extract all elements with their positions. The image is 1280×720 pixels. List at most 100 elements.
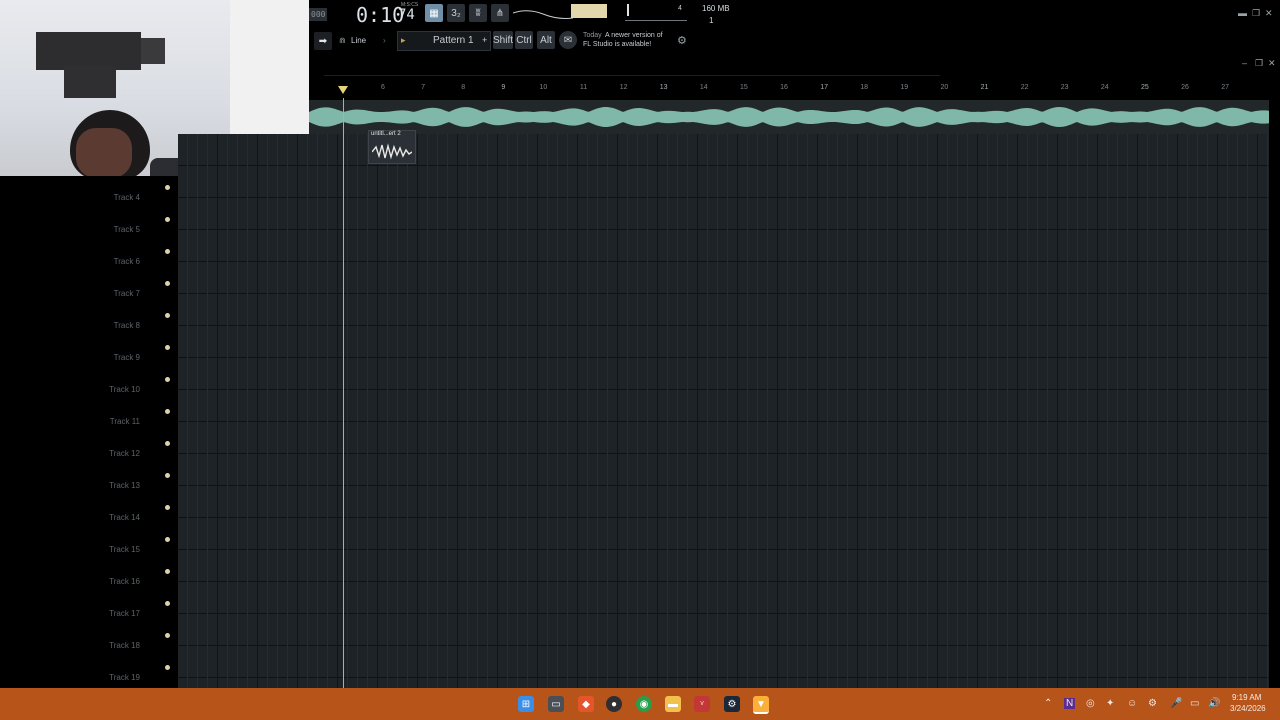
onenote-icon[interactable]: N <box>1064 698 1076 709</box>
track-mute-led[interactable] <box>165 601 170 606</box>
volume-icon[interactable]: 🔊 <box>1208 698 1220 709</box>
track-header[interactable]: Track 6 <box>0 240 178 272</box>
time-unit-label: M:S:CS <box>401 2 419 8</box>
track-mute-led[interactable] <box>165 377 170 382</box>
audio-clip-label: untitl...ert 2 <box>371 131 401 137</box>
alt-button[interactable]: Alt <box>537 31 555 49</box>
folder-icon[interactable]: ▬ <box>665 696 681 712</box>
playhead-marker[interactable] <box>338 86 348 94</box>
track-name: Track 14 <box>109 513 140 522</box>
ruler-bar-number: 15 <box>739 84 748 91</box>
track-mute-led[interactable] <box>165 665 170 670</box>
track-header[interactable]: Track 12 <box>0 432 178 464</box>
playlist-close-icon[interactable]: ✕ <box>1268 58 1276 69</box>
news-line-2[interactable]: FL Studio is available! <box>583 41 651 48</box>
track-header[interactable]: Track 4 <box>0 176 178 208</box>
track-header[interactable]: Track 18 <box>0 624 178 656</box>
playlist-minimize-icon[interactable]: ‒ <box>1242 58 1247 68</box>
track-header[interactable]: Track 16 <box>0 560 178 592</box>
online-status-icon[interactable]: ⚙ <box>677 34 687 47</box>
track-mute-led[interactable] <box>165 249 170 254</box>
track-header[interactable]: Track 5 <box>0 208 178 240</box>
track-header[interactable]: Track 11 <box>0 400 178 432</box>
track-header[interactable]: Track 10 <box>0 368 178 400</box>
track-mute-led[interactable] <box>165 185 170 190</box>
obs-tray-icon[interactable]: ◎ <box>1086 698 1095 709</box>
tray-settings-icon[interactable]: ⚙ <box>1148 698 1157 709</box>
track-header[interactable]: Track 14 <box>0 496 178 528</box>
chevron-right-icon[interactable]: › <box>383 36 386 45</box>
playlist-grid[interactable] <box>178 134 1269 688</box>
voicemeeter-icon[interactable]: V <box>694 696 710 712</box>
arrow-icon[interactable]: ➡ <box>314 32 332 50</box>
ruler-bar-number: 12 <box>619 84 628 91</box>
track-header[interactable]: Track 17 <box>0 592 178 624</box>
track-mute-led[interactable] <box>165 441 170 446</box>
pattern-selector[interactable]: ▸ Pattern 1 + <box>397 31 491 51</box>
shift-button[interactable]: Shift <box>493 31 513 49</box>
close-icon[interactable]: ✕ <box>1265 8 1273 19</box>
track-mute-led[interactable] <box>165 537 170 542</box>
track-header[interactable]: Track 8 <box>0 304 178 336</box>
track-header[interactable]: Track 9 <box>0 336 178 368</box>
news-date: Today <box>583 32 602 39</box>
snap-toggle-button[interactable]: 3₂ <box>447 4 465 22</box>
news-icon[interactable]: ✉ <box>559 31 577 49</box>
restore-icon[interactable]: ❐ <box>1252 8 1260 19</box>
song-time[interactable]: 0:10 <box>356 3 404 27</box>
discord-icon[interactable]: ☺ <box>1127 698 1137 709</box>
audio-clip[interactable]: untitl...ert 2 <box>368 130 416 164</box>
ctrl-button[interactable]: Ctrl <box>515 31 533 49</box>
playlist-restore-icon[interactable]: ❐ <box>1255 58 1263 69</box>
file-explorer-icon[interactable]: ▭ <box>548 696 564 712</box>
track-name: Track 16 <box>109 577 140 586</box>
fl-studio-icon[interactable]: ▼ <box>753 696 769 714</box>
cpu-small-value: 4 <box>678 5 682 12</box>
chrome-icon[interactable]: ◉ <box>636 696 652 712</box>
obs-icon[interactable]: ● <box>606 696 622 712</box>
track-headers: Track 4 Track 5 Track 6 Track 7 Track 8 Track… <box>0 176 178 688</box>
track-name: Track 6 <box>113 257 140 266</box>
track-mute-led[interactable] <box>165 345 170 350</box>
playlist-view-button[interactable]: ▦ <box>425 4 443 22</box>
playhead-line[interactable] <box>343 98 344 688</box>
wait-record-button[interactable]: ʬ <box>469 4 487 22</box>
clock-time[interactable]: 9:19 AM <box>1232 693 1261 702</box>
clock-date[interactable]: 3/24/2026 <box>1230 704 1266 713</box>
timeline-ruler[interactable]: 6 7 8 9 10 11 12 13 14 15 16 17 18 19 20 21 22 23 24 25 26 27 <box>309 84 1269 98</box>
windows-start-icon[interactable]: ⊞ <box>518 696 534 712</box>
track-mute-led[interactable] <box>165 633 170 638</box>
track-mute-led[interactable] <box>165 505 170 510</box>
tray-chevron-icon[interactable]: ⌃ <box>1044 698 1052 709</box>
track-header[interactable]: Track 19 <box>0 656 178 688</box>
network-icon[interactable]: ▭ <box>1190 698 1199 709</box>
microphone-icon[interactable]: 🎤 <box>1170 698 1182 709</box>
track-mute-led[interactable] <box>165 281 170 286</box>
ruler-bar-number: 13 <box>659 84 668 91</box>
track-header[interactable]: Track 13 <box>0 464 178 496</box>
snap-mode-label[interactable]: Line <box>351 36 366 45</box>
metronome-button[interactable]: ⋔ <box>491 4 509 22</box>
minimize-icon[interactable]: ▬ <box>1238 8 1247 18</box>
track-header[interactable]: Track 15 <box>0 528 178 560</box>
track-mute-led[interactable] <box>165 569 170 574</box>
track-mute-led[interactable] <box>165 217 170 222</box>
master-pitch-curve <box>513 10 573 19</box>
ruler-bar-number: 8 <box>461 84 466 91</box>
track-header[interactable]: Track 7 <box>0 272 178 304</box>
track-name: Track 19 <box>109 673 140 682</box>
steam-icon[interactable]: ⚙ <box>724 696 740 712</box>
brave-icon[interactable]: ◆ <box>578 696 594 712</box>
ruler-bar-number: 23 <box>1060 84 1069 91</box>
ruler-bar-number: 6 <box>381 84 385 91</box>
track-name: Track 7 <box>113 289 140 298</box>
track-mute-led[interactable] <box>165 409 170 414</box>
main-toolbar: 000 0:10 74 M:S:CS ▦ 3₂ ʬ ⋔ 4 160 MB 1 ➡… <box>309 0 1280 80</box>
track-mute-led[interactable] <box>165 473 170 478</box>
master-volume-slider[interactable] <box>625 20 687 21</box>
news-line-1[interactable]: A newer version of <box>605 32 663 39</box>
audio-track-lane[interactable] <box>309 100 1269 134</box>
magnet-icon[interactable]: ⋒ <box>339 36 346 45</box>
track-mute-led[interactable] <box>165 313 170 318</box>
tray-app-icon[interactable]: ✦ <box>1106 698 1114 709</box>
